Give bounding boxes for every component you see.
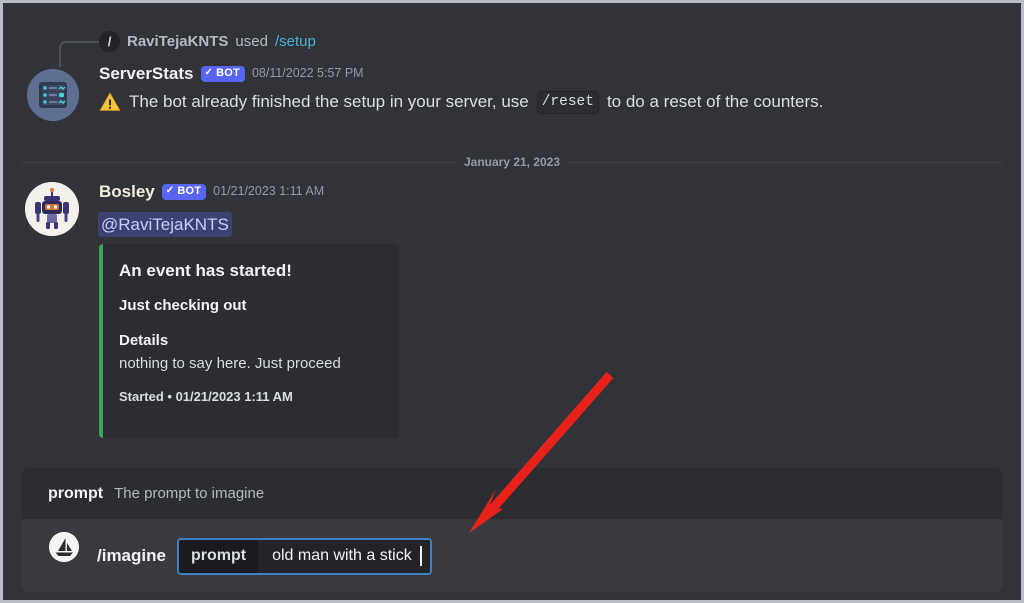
embed-subtitle: Just checking out bbox=[119, 297, 247, 315]
date-divider: January 21, 2023 bbox=[21, 155, 1004, 169]
command-option-hint: prompt The prompt to imagine bbox=[21, 468, 1003, 520]
message-header-bosley: Bosley ✓ BOT 01/21/2023 1:11 AM bbox=[99, 183, 324, 200]
warning-triangle-icon bbox=[99, 92, 121, 112]
bosley-robot-avatar[interactable] bbox=[25, 182, 79, 236]
user-mention[interactable]: @RaviTejaKNTS bbox=[98, 212, 232, 238]
author-name[interactable]: ServerStats bbox=[99, 65, 194, 82]
message-body-serverstats: The bot already finished the setup in yo… bbox=[99, 91, 823, 114]
chat-message-list[interactable]: / RaviTejaKNTS used /setup ServerStats ✓… bbox=[3, 3, 1021, 600]
divider-rule-left bbox=[21, 161, 456, 163]
option-name-chip: prompt bbox=[178, 539, 259, 573]
verified-check-icon: ✓ bbox=[165, 185, 175, 196]
inline-code-reset: /reset bbox=[536, 91, 599, 114]
text-caret bbox=[419, 546, 422, 566]
bot-badge-label: BOT bbox=[216, 66, 240, 79]
command-composer[interactable]: prompt The prompt to imagine /imagine pr… bbox=[21, 468, 1003, 592]
hint-option-name: prompt bbox=[48, 484, 104, 502]
slash-command-icon: / bbox=[99, 31, 120, 52]
embed-footer: Started • 01/21/2023 1:11 AM bbox=[119, 389, 293, 405]
discord-screenshot: / RaviTejaKNTS used /setup ServerStats ✓… bbox=[0, 0, 1024, 603]
option-value: old man with a stick bbox=[272, 547, 412, 564]
divider-rule-right bbox=[568, 161, 1004, 163]
message-input-row[interactable]: /imagine prompt old man with a stick bbox=[21, 520, 1003, 592]
option-value-text[interactable]: old man with a stick bbox=[258, 539, 430, 573]
message-text-prefix: The bot already finished the setup in yo… bbox=[129, 92, 529, 112]
command-name-link[interactable]: /setup bbox=[275, 33, 316, 50]
message-timestamp: 01/21/2023 1:11 AM bbox=[213, 184, 325, 199]
slash-command-label: /imagine bbox=[97, 546, 166, 565]
message-text-suffix: to do a reset of the counters. bbox=[606, 92, 824, 112]
verified-check-icon: ✓ bbox=[204, 67, 214, 78]
author-name[interactable]: Bosley bbox=[99, 183, 155, 200]
embed-field-value: nothing to say here. Just proceed bbox=[119, 354, 341, 372]
bot-badge: ✓ BOT bbox=[200, 65, 245, 82]
command-option-input[interactable]: prompt old man with a stick bbox=[176, 537, 432, 575]
command-used-verb: used bbox=[235, 33, 268, 50]
command-used-header: / RaviTejaKNTS used /setup bbox=[99, 31, 316, 52]
serverstats-avatar[interactable] bbox=[27, 69, 79, 121]
bot-badge-label: BOT bbox=[177, 184, 202, 197]
bot-badge: ✓ BOT bbox=[161, 183, 207, 200]
embed-title: An event has started! bbox=[119, 261, 292, 280]
message-timestamp: 08/11/2022 5:57 PM bbox=[251, 66, 364, 81]
message-embed: An event has started! Just checking out … bbox=[99, 244, 399, 438]
command-user-name[interactable]: RaviTejaKNTS bbox=[127, 33, 228, 50]
midjourney-sailboat-icon[interactable] bbox=[49, 532, 79, 562]
message-header-serverstats: ServerStats ✓ BOT 08/11/2022 5:57 PM bbox=[99, 65, 364, 82]
hint-option-description: The prompt to imagine bbox=[114, 485, 265, 502]
reply-connector-line bbox=[59, 41, 103, 67]
date-divider-label: January 21, 2023 bbox=[463, 155, 561, 169]
embed-field-name: Details bbox=[119, 332, 169, 349]
